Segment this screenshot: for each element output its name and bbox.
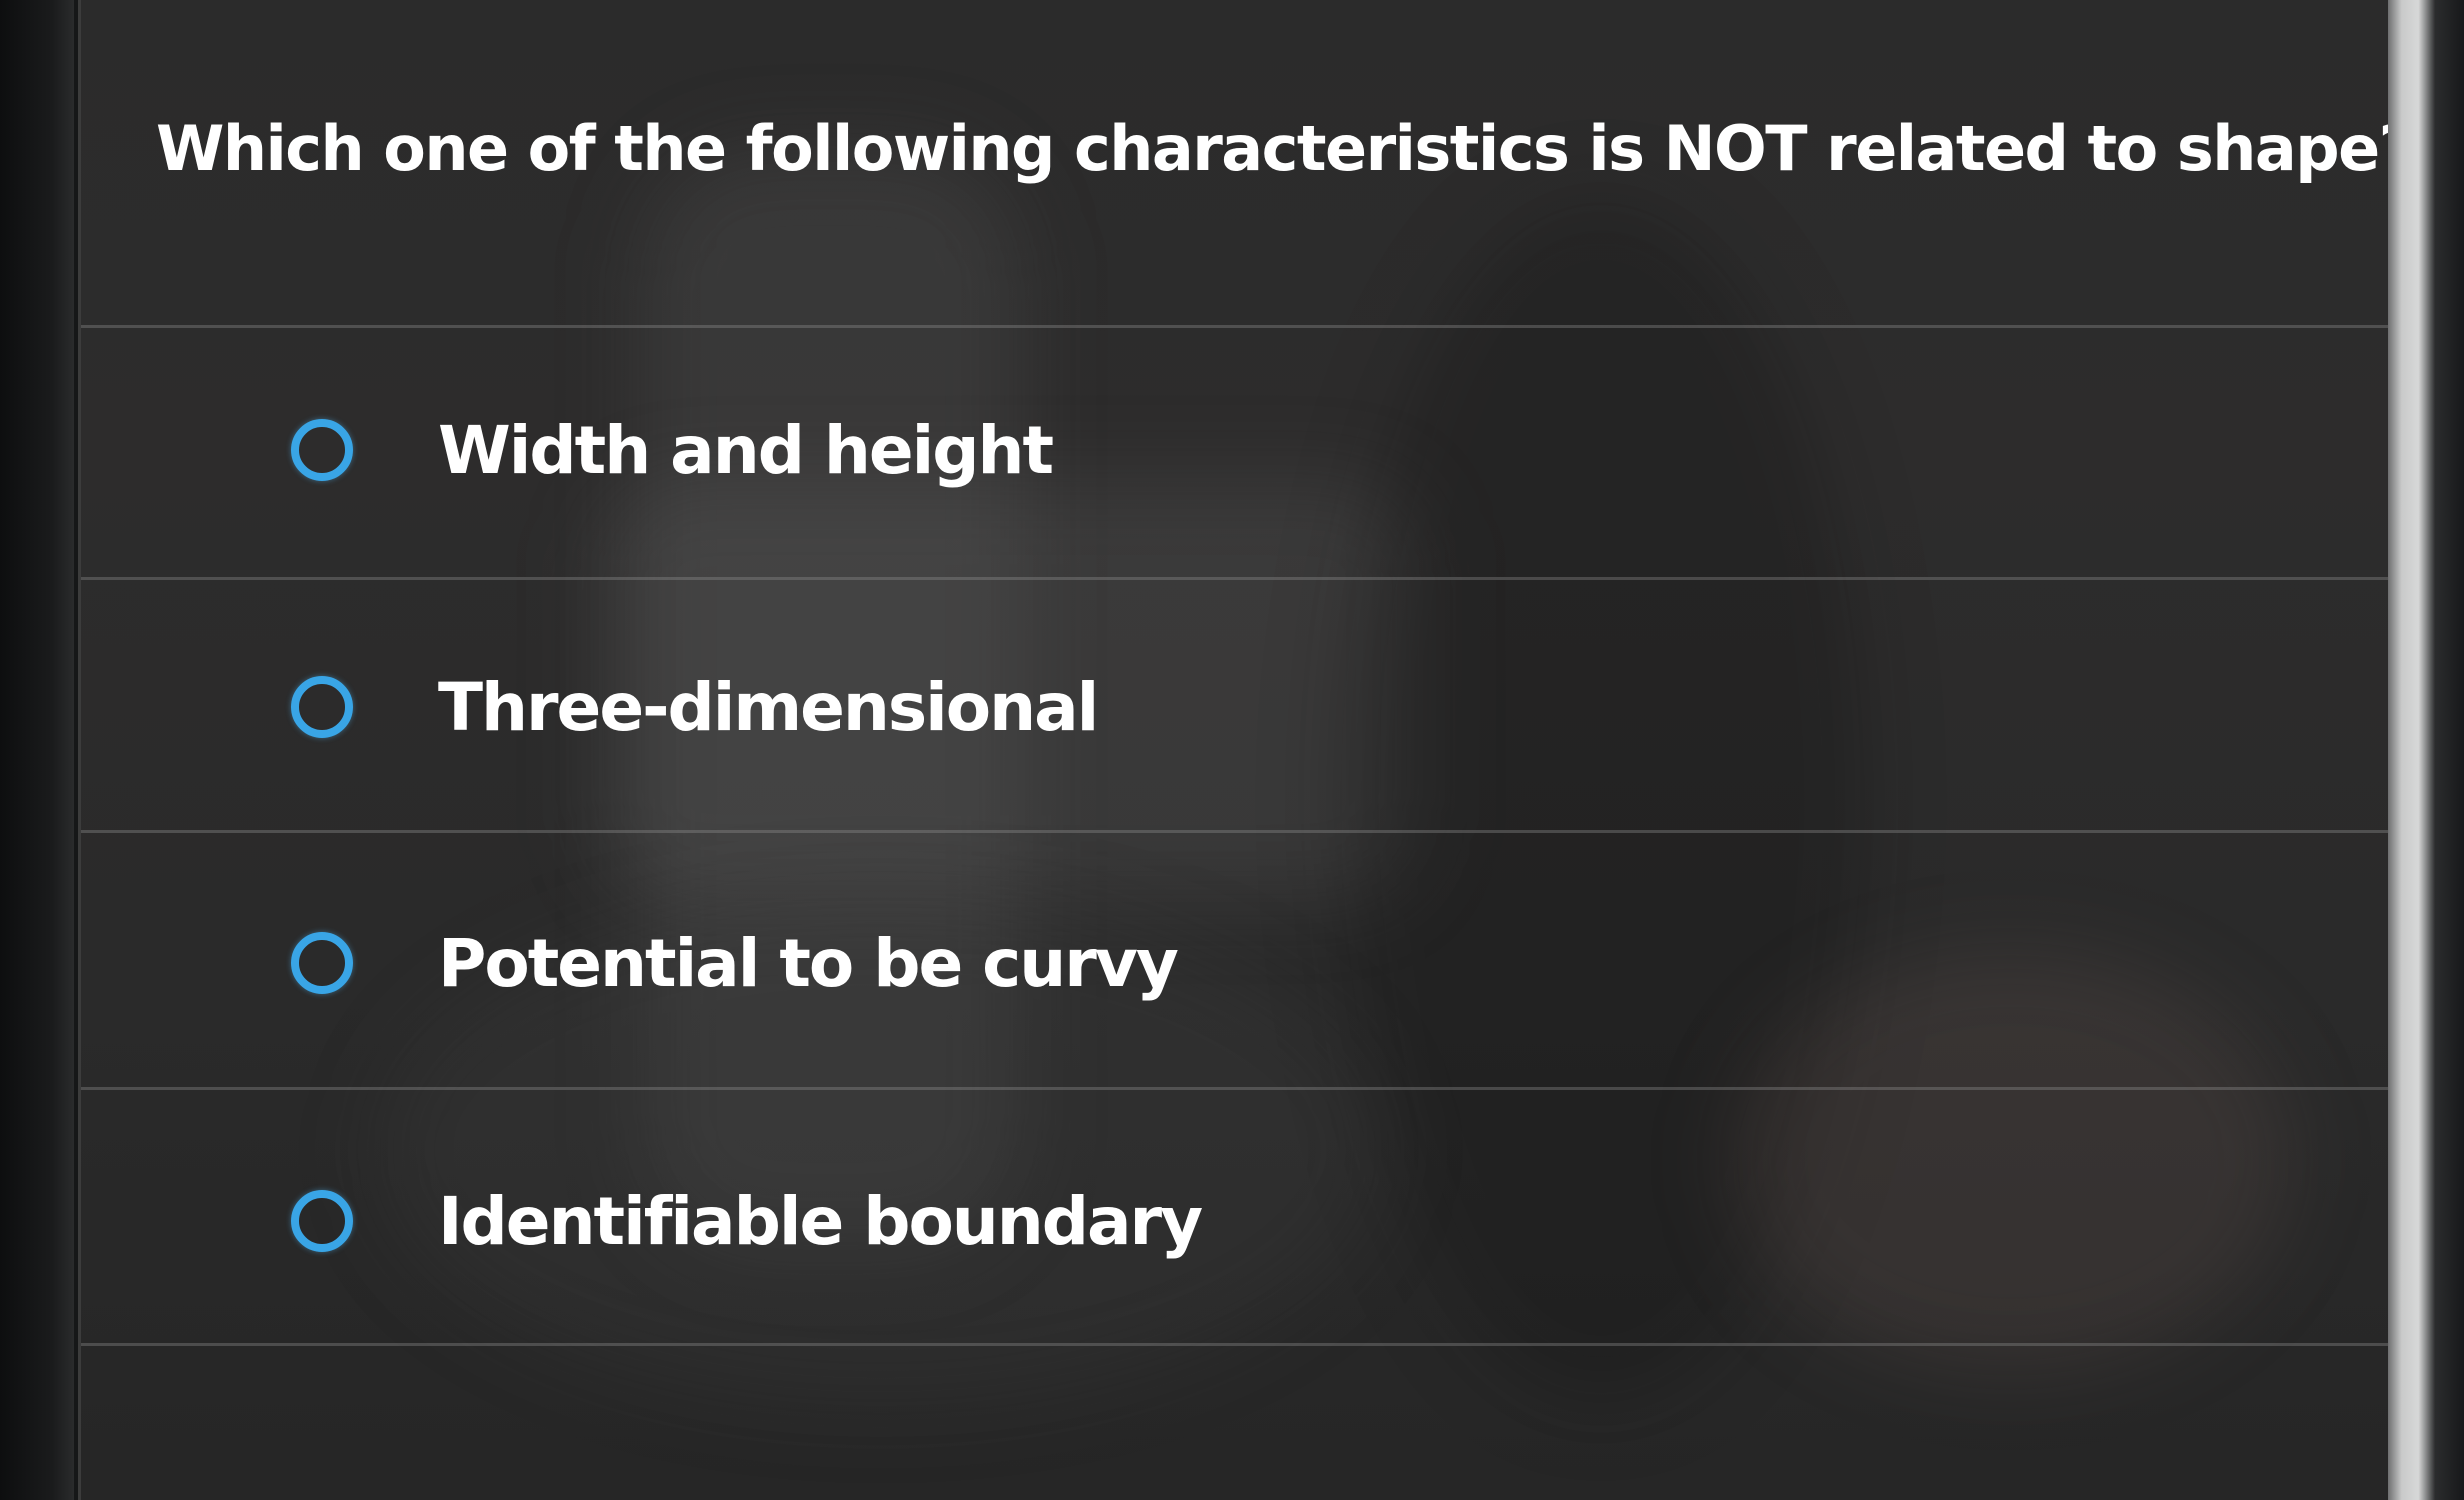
radio-button-icon[interactable] [291,676,353,738]
option-label[interactable]: Width and height [438,411,1054,491]
left-bezel [0,0,74,1500]
answer-option-potential-to-be-curvy[interactable]: Potential to be curvy [81,833,2401,1083]
answer-option-identifiable-boundary[interactable]: Identifiable boundary [81,1090,2401,1340]
question-text: Which one of the following characteristi… [156,112,2401,185]
answer-option-three-dimensional[interactable]: Three-dimensional [81,580,2401,830]
answer-option-width-and-height[interactable]: Width and height [81,327,2401,577]
option-label[interactable]: Three-dimensional [438,668,1099,748]
radio-button-icon[interactable] [291,932,353,994]
radio-button-icon[interactable] [291,1190,353,1252]
divider [81,1343,2401,1346]
photo-screen: Which one of the following characteristi… [0,0,2464,1500]
quiz-panel: Which one of the following characteristi… [78,0,2401,1500]
option-label[interactable]: Identifiable boundary [438,1182,1203,1262]
right-bezel [2388,0,2464,1500]
radio-button-icon[interactable] [291,419,353,481]
option-label[interactable]: Potential to be curvy [438,924,1179,1004]
